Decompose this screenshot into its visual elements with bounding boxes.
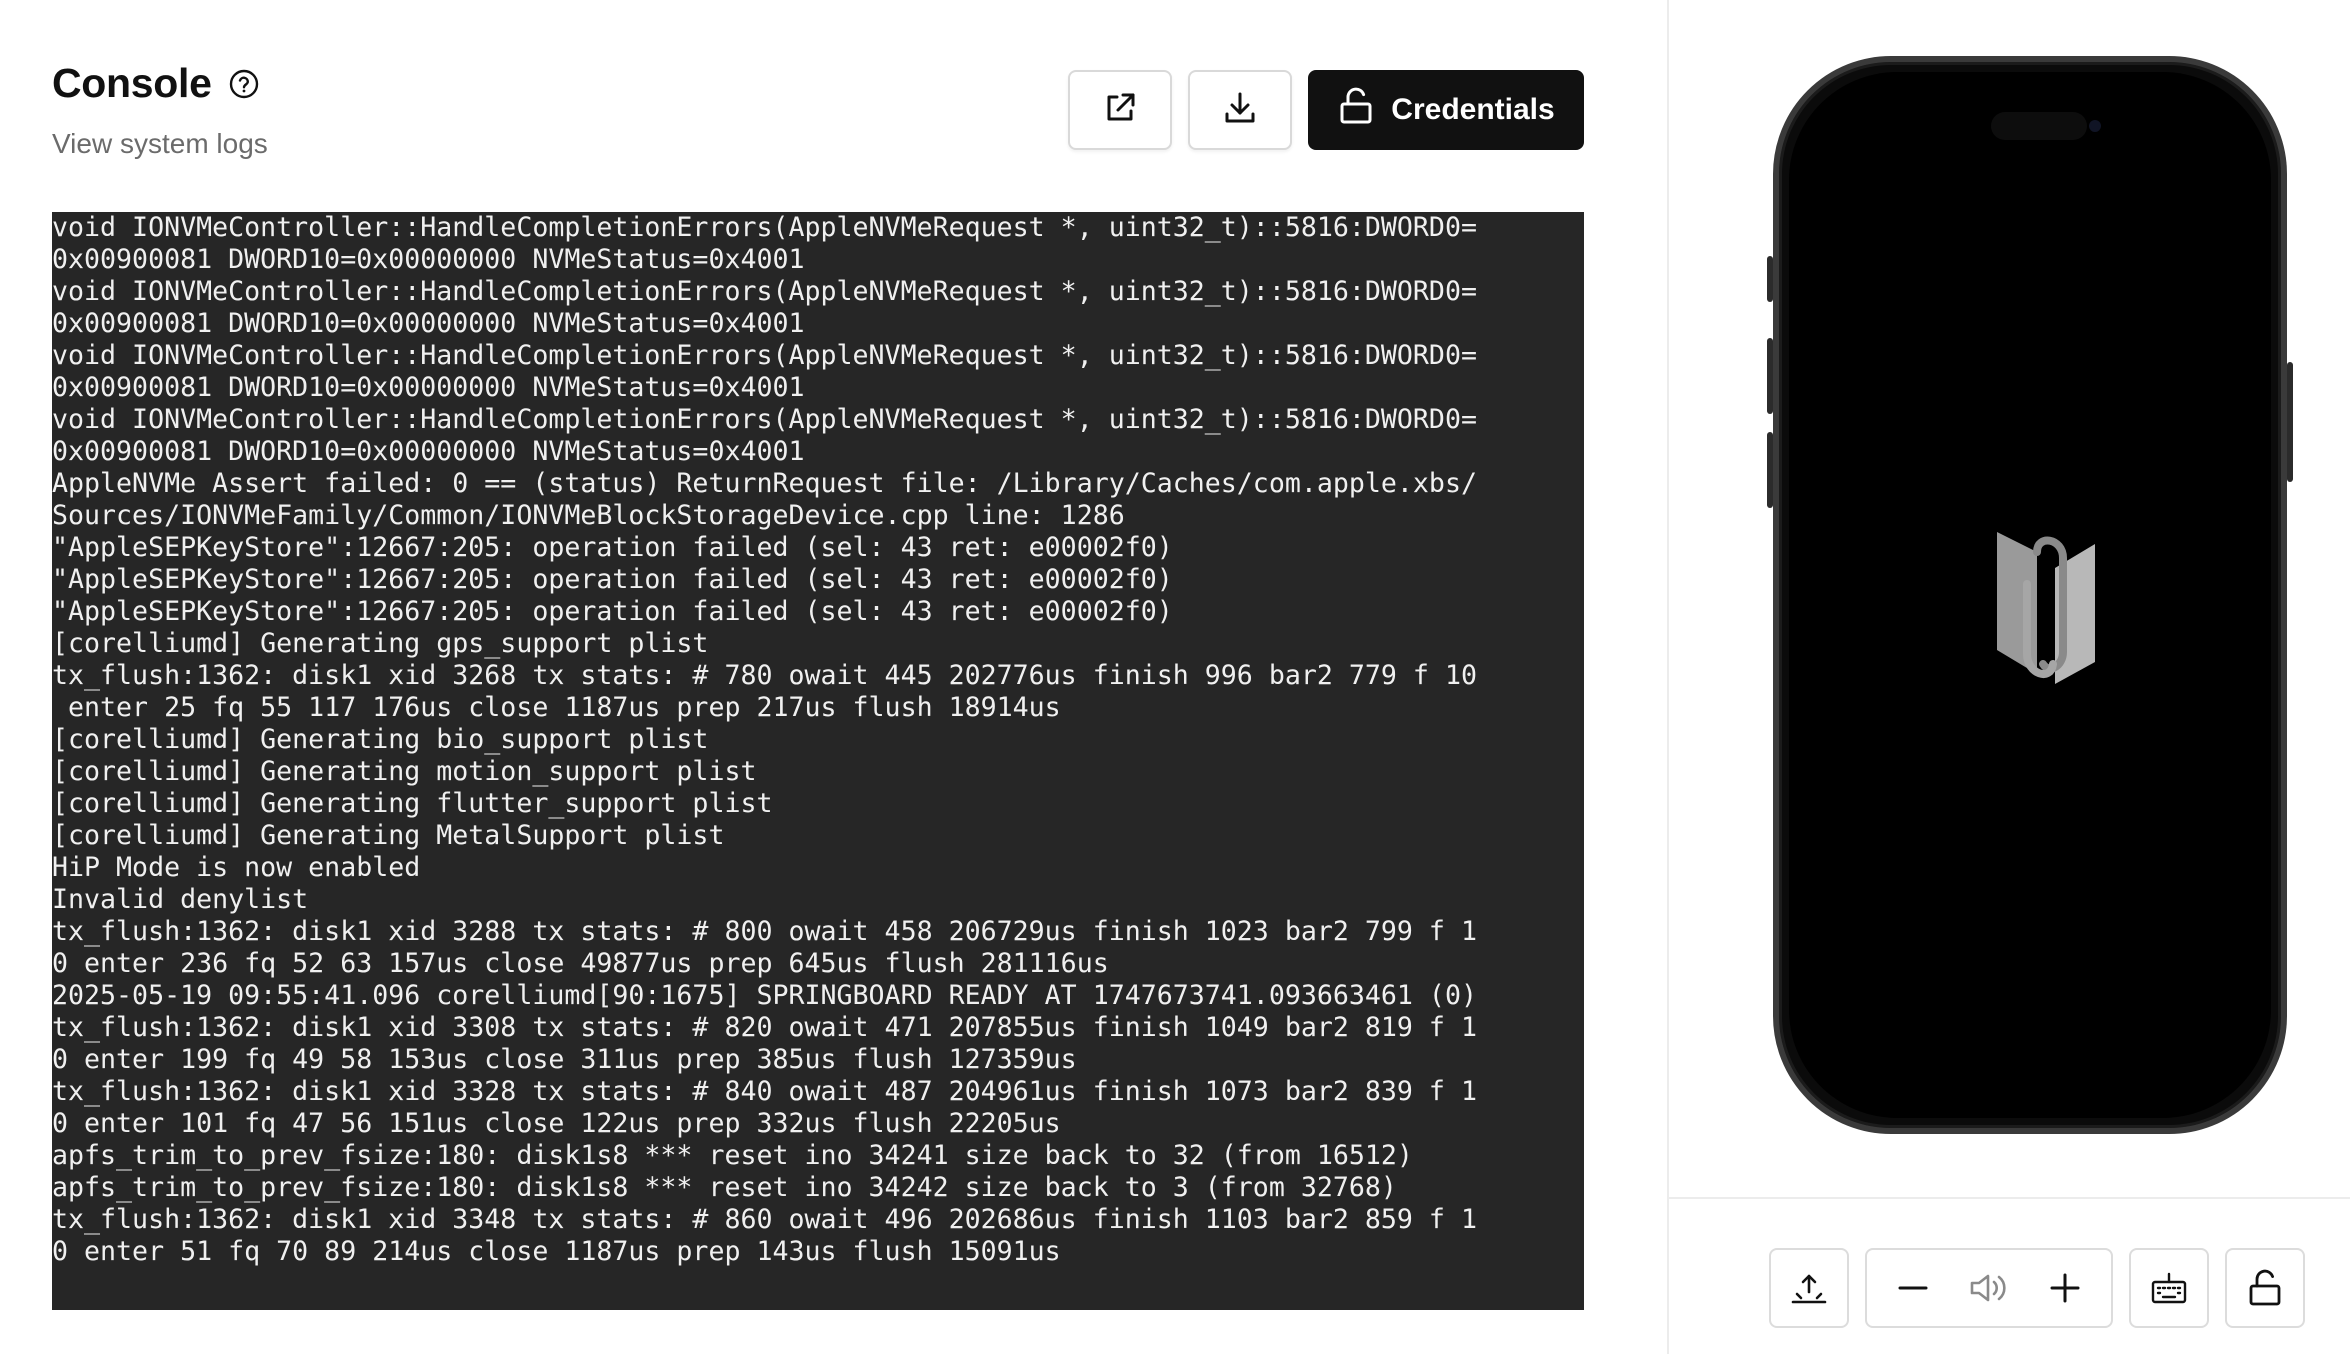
log-line: Invalid denylist bbox=[52, 884, 309, 915]
home-button[interactable] bbox=[1769, 1248, 1849, 1328]
log-line: void IONVMeController::HandleCompletionE… bbox=[52, 340, 1477, 371]
volume-down-side-button bbox=[1767, 432, 1773, 508]
volume-up-button[interactable] bbox=[2048, 1271, 2082, 1305]
external-link-icon bbox=[1101, 89, 1139, 132]
log-line: [corelliumd] Generating motion_support p… bbox=[52, 756, 757, 787]
log-line: enter 25 fq 55 117 176us close 1187us pr… bbox=[52, 692, 1061, 723]
question-circle-icon[interactable] bbox=[228, 68, 260, 100]
keyboard-icon bbox=[2149, 1268, 2189, 1308]
volume-up-side-button bbox=[1767, 338, 1773, 414]
log-line: tx_flush:1362: disk1 xid 3268 tx stats: … bbox=[52, 660, 1477, 691]
log-line: tx_flush:1362: disk1 xid 3348 tx stats: … bbox=[52, 1204, 1477, 1235]
log-line: 0x00900081 DWORD10=0x00000000 NVMeStatus… bbox=[52, 244, 805, 275]
console-log-output[interactable]: void IONVMeController::HandleCompletionE… bbox=[52, 212, 1584, 1310]
log-line: 2025-05-19 09:55:41.096 corelliumd[90:16… bbox=[52, 980, 1477, 1011]
device-panel bbox=[1667, 0, 2350, 1354]
log-line: void IONVMeController::HandleCompletionE… bbox=[52, 404, 1477, 435]
page-title: Console bbox=[52, 60, 212, 106]
log-line: 0x00900081 DWORD10=0x00000000 NVMeStatus… bbox=[52, 372, 805, 403]
device-controls bbox=[1769, 1248, 2305, 1328]
log-lines: void IONVMeController::HandleCompletionE… bbox=[52, 212, 1584, 1268]
log-line: tx_flush:1362: disk1 xid 3288 tx stats: … bbox=[52, 916, 1477, 947]
log-line: "AppleSEPKeyStore":12667:205: operation … bbox=[52, 532, 1173, 563]
plus-icon bbox=[2050, 1273, 2080, 1303]
unlock-icon bbox=[1337, 86, 1375, 134]
power-side-button bbox=[2287, 362, 2293, 482]
download-button[interactable] bbox=[1188, 70, 1292, 150]
log-line: "AppleSEPKeyStore":12667:205: operation … bbox=[52, 596, 1173, 627]
log-line: 0 enter 101 fq 47 56 151us close 122us p… bbox=[52, 1108, 1061, 1139]
log-line: apfs_trim_to_prev_fsize:180: disk1s8 ***… bbox=[52, 1172, 1397, 1203]
log-line: AppleNVMe Assert failed: 0 == (status) R… bbox=[52, 468, 1477, 499]
home-swipe-icon bbox=[1789, 1268, 1829, 1308]
log-line: void IONVMeController::HandleCompletionE… bbox=[52, 276, 1477, 307]
log-line: 0x00900081 DWORD10=0x00000000 NVMeStatus… bbox=[52, 308, 805, 339]
speaker-icon bbox=[1968, 1270, 2010, 1306]
open-external-button[interactable] bbox=[1068, 70, 1172, 150]
front-camera bbox=[2089, 120, 2101, 132]
log-line: tx_flush:1362: disk1 xid 3308 tx stats: … bbox=[52, 1012, 1477, 1043]
panel-divider bbox=[1669, 1197, 2350, 1199]
device-screen[interactable] bbox=[1773, 56, 2287, 1134]
phone-display[interactable] bbox=[1789, 72, 2271, 1118]
log-line: [corelliumd] Generating bio_support plis… bbox=[52, 724, 709, 755]
log-line: apfs_trim_to_prev_fsize:180: disk1s8 ***… bbox=[52, 1140, 1413, 1171]
keyboard-button[interactable] bbox=[2129, 1248, 2209, 1328]
log-line: 0 enter 199 fq 49 58 153us close 311us p… bbox=[52, 1044, 1077, 1075]
title-row: Console bbox=[52, 60, 260, 107]
log-line: [corelliumd] Generating gps_support plis… bbox=[52, 628, 709, 659]
log-line: 0x00900081 DWORD10=0x00000000 NVMeStatus… bbox=[52, 436, 805, 467]
console-panel: Console View system logs Credentials voi… bbox=[0, 0, 1668, 1354]
corellium-logo-icon bbox=[1997, 532, 2095, 684]
console-toolbar: Credentials bbox=[1068, 70, 1584, 150]
log-line: "AppleSEPKeyStore":12667:205: operation … bbox=[52, 564, 1173, 595]
download-icon bbox=[1221, 89, 1259, 132]
dynamic-island bbox=[1991, 112, 2087, 140]
action-button bbox=[1767, 256, 1773, 302]
volume-down-button[interactable] bbox=[1896, 1271, 1930, 1305]
page-subtitle: View system logs bbox=[52, 128, 268, 159]
log-line: HiP Mode is now enabled bbox=[52, 852, 421, 883]
log-line: 0 enter 236 fq 52 63 157us close 49877us… bbox=[52, 948, 1109, 979]
log-line: tx_flush:1362: disk1 xid 3328 tx stats: … bbox=[52, 1076, 1477, 1107]
credentials-button[interactable]: Credentials bbox=[1308, 70, 1584, 150]
volume-controls bbox=[1865, 1248, 2113, 1328]
lock-button[interactable] bbox=[2225, 1248, 2305, 1328]
log-line: [corelliumd] Generating MetalSupport pli… bbox=[52, 820, 725, 851]
unlock-icon bbox=[2247, 1268, 2283, 1308]
log-line: Sources/IONVMeFamily/Common/IONVMeBlockS… bbox=[52, 500, 1125, 531]
log-line: [corelliumd] Generating flutter_support … bbox=[52, 788, 773, 819]
log-line: 0 enter 51 fq 70 89 214us close 1187us p… bbox=[52, 1236, 1061, 1267]
credentials-label: Credentials bbox=[1391, 93, 1555, 126]
minus-icon bbox=[1898, 1286, 1928, 1290]
log-line: void IONVMeController::HandleCompletionE… bbox=[52, 212, 1477, 243]
